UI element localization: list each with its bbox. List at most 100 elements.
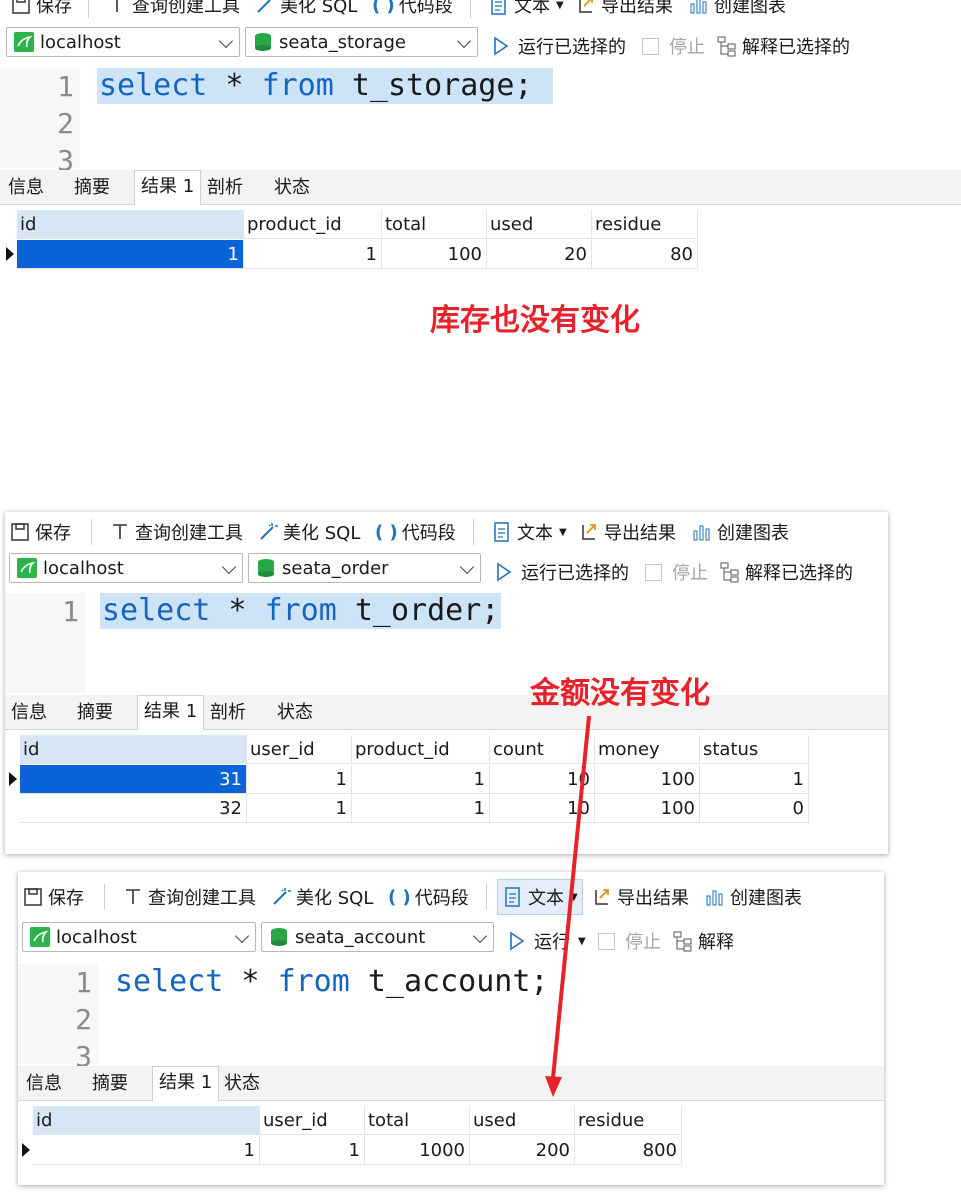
tab-summary[interactable]: 摘要 [71,697,119,729]
column-header[interactable]: product_id [352,735,490,764]
beautify-sql-button[interactable]: 美化 SQL [254,0,357,25]
column-header[interactable]: used [470,1106,575,1135]
tab-status[interactable]: 状态 [268,172,316,204]
table-cell[interactable]: 80 [592,240,698,269]
table-cell[interactable]: 100 [382,240,487,269]
column-header[interactable]: used [487,210,592,239]
table-cell[interactable]: 1 [33,1136,260,1165]
create-chart-button[interactable]: 创建图表 [704,877,802,917]
sql-editor[interactable]: 1 2 3 select * from t_storage; [0,68,961,177]
tab-summary[interactable]: 摘要 [68,172,116,204]
column-header[interactable]: residue [592,210,698,239]
tab-result-1[interactable]: 结果 1 [152,1066,220,1101]
tab-info[interactable]: 信息 [5,697,53,729]
connection-select[interactable]: localhost [9,553,243,583]
table-cell[interactable]: 32 [20,794,247,823]
beautify-sql-button[interactable]: 美化 SQL [270,877,373,917]
sql-editor[interactable]: 1 select * from t_order; [5,593,888,693]
create-chart-button[interactable]: 创建图表 [688,0,786,25]
explain-selected-button[interactable]: 解释已选择的 [719,559,853,585]
snippets-button[interactable]: ( ) 代码段 [375,512,456,552]
table-cell[interactable]: 1 [247,794,352,823]
table-cell[interactable]: 1 [17,240,244,269]
export-result-button[interactable]: 导出结果 [591,877,689,917]
table-cell[interactable]: 200 [470,1136,575,1165]
column-header[interactable]: product_id [244,210,382,239]
table-cell[interactable]: 100 [595,765,700,794]
mysql-dolphin-icon [14,32,34,52]
current-row-marker-icon [22,1143,30,1157]
save-button[interactable]: 保存 [10,0,72,25]
table-cell[interactable]: 20 [487,240,592,269]
tab-profile[interactable]: 剖析 [204,697,252,729]
query-builder-button[interactable]: 查询创建工具 [122,877,256,917]
table-cell[interactable]: 31 [20,765,247,794]
table-cell[interactable]: 1 [260,1136,365,1165]
stop-icon [642,37,659,55]
table-cell[interactable]: 10 [490,794,595,823]
table-cell[interactable]: 1 [352,794,490,823]
column-header[interactable]: user_id [247,735,352,764]
tab-status[interactable]: 状态 [271,697,319,729]
save-button[interactable]: 保存 [9,512,71,552]
query-builder-button[interactable]: 查询创建工具 [109,512,243,552]
mysql-dolphin-icon [30,927,50,947]
column-header[interactable]: residue [575,1106,682,1135]
run-button[interactable]: 运行 ▼ [508,928,586,954]
text-mode-button[interactable]: 文本 ▼ [497,879,583,915]
stop-button[interactable]: 停止 [645,559,708,585]
snippets-button[interactable]: ( ) 代码段 [388,877,469,917]
table-cell[interactable]: 800 [575,1136,682,1165]
table-cell[interactable]: 100 [595,794,700,823]
column-header[interactable]: money [595,735,700,764]
tab-status[interactable]: 状态 [218,1068,266,1100]
account-query-panel: 保存 查询创建工具 美化 SQL ( ) 代码段 文本 ▼ 导出结果 创建图表 [18,872,884,1185]
column-header[interactable]: count [490,735,595,764]
current-row-marker-icon [6,247,14,261]
save-button[interactable]: 保存 [22,877,84,917]
explain-button[interactable]: 解释 [672,928,734,954]
column-header[interactable]: total [382,210,487,239]
query-builder-button[interactable]: 查询创建工具 [106,0,240,25]
column-header[interactable]: id [33,1106,260,1135]
table-cell[interactable]: 1 [700,765,809,794]
table-cell[interactable]: 1 [352,765,490,794]
explain-selected-button[interactable]: 解释已选择的 [716,33,850,59]
column-header[interactable]: total [365,1106,470,1135]
column-header[interactable]: status [700,735,809,764]
create-chart-button[interactable]: 创建图表 [691,512,789,552]
database-select[interactable]: seata_account [261,922,494,952]
sql-editor[interactable]: 1 2 3 select * from t_account; [18,964,884,1073]
chevron-down-icon [221,559,237,575]
stop-button[interactable]: 停止 [598,928,661,954]
connection-select[interactable]: localhost [22,922,256,952]
tab-summary[interactable]: 摘要 [86,1068,134,1100]
table-cell[interactable]: 10 [490,765,595,794]
database-select[interactable]: seata_order [248,553,481,583]
column-header[interactable]: id [17,210,244,239]
column-header[interactable]: id [20,735,247,764]
database-select[interactable]: seata_storage [245,27,478,57]
tab-profile[interactable]: 剖析 [201,172,249,204]
storage-annotation: 库存也没有变化 [430,303,640,338]
table-cell[interactable]: 0 [700,794,809,823]
table-cell[interactable]: 1000 [365,1136,470,1165]
export-result-button[interactable]: 导出结果 [578,512,676,552]
tab-result-1[interactable]: 结果 1 [137,695,205,730]
dropdown-arrow-icon: ▼ [578,935,586,947]
run-selected-button[interactable]: 运行已选择的 [495,559,629,585]
text-mode-button[interactable]: 文本 ▼ [491,512,567,552]
table-cell[interactable]: 1 [244,240,382,269]
export-result-button[interactable]: 导出结果 [575,0,673,25]
tab-result-1[interactable]: 结果 1 [134,170,202,205]
table-cell[interactable]: 1 [247,765,352,794]
text-mode-button[interactable]: 文本 ▼ [488,0,564,25]
connection-select[interactable]: localhost [6,27,240,57]
beautify-sql-button[interactable]: 美化 SQL [257,512,360,552]
stop-button[interactable]: 停止 [642,33,705,59]
tab-info[interactable]: 信息 [2,172,50,204]
tab-info[interactable]: 信息 [20,1068,68,1100]
snippets-button[interactable]: ( ) 代码段 [372,0,453,25]
column-header[interactable]: user_id [260,1106,365,1135]
run-selected-button[interactable]: 运行已选择的 [492,33,626,59]
